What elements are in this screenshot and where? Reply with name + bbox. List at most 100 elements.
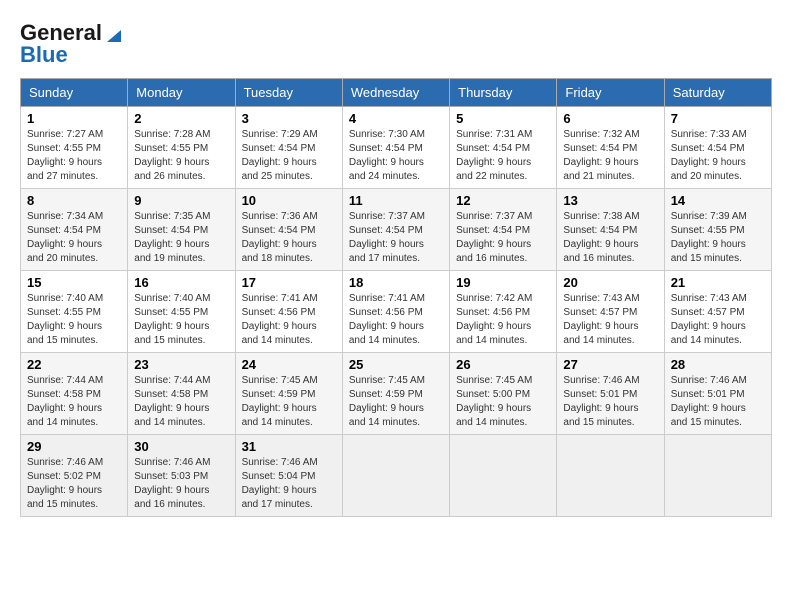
day-number: 17 — [242, 275, 336, 290]
calendar-cell: 21 Sunrise: 7:43 AM Sunset: 4:57 PM Dayl… — [664, 271, 771, 353]
day-info: Sunrise: 7:40 AM Sunset: 4:55 PM Dayligh… — [27, 292, 121, 348]
day-number: 10 — [242, 193, 336, 208]
day-number: 1 — [27, 111, 121, 126]
day-number: 29 — [27, 439, 121, 454]
calendar-cell: 5 Sunrise: 7:31 AM Sunset: 4:54 PM Dayli… — [450, 107, 557, 189]
calendar-cell: 19 Sunrise: 7:42 AM Sunset: 4:56 PM Dayl… — [450, 271, 557, 353]
calendar-cell — [557, 435, 664, 517]
day-number: 27 — [563, 357, 657, 372]
calendar-cell: 23 Sunrise: 7:44 AM Sunset: 4:58 PM Dayl… — [128, 353, 235, 435]
day-number: 14 — [671, 193, 765, 208]
day-info: Sunrise: 7:46 AM Sunset: 5:01 PM Dayligh… — [671, 374, 765, 430]
day-info: Sunrise: 7:45 AM Sunset: 4:59 PM Dayligh… — [242, 374, 336, 430]
day-number: 31 — [242, 439, 336, 454]
day-number: 8 — [27, 193, 121, 208]
day-number: 2 — [134, 111, 228, 126]
day-info: Sunrise: 7:46 AM Sunset: 5:02 PM Dayligh… — [27, 456, 121, 512]
day-number: 11 — [349, 193, 443, 208]
day-number: 22 — [27, 357, 121, 372]
day-number: 6 — [563, 111, 657, 126]
day-info: Sunrise: 7:45 AM Sunset: 5:00 PM Dayligh… — [456, 374, 550, 430]
calendar-cell: 12 Sunrise: 7:37 AM Sunset: 4:54 PM Dayl… — [450, 189, 557, 271]
calendar-cell: 22 Sunrise: 7:44 AM Sunset: 4:58 PM Dayl… — [21, 353, 128, 435]
day-info: Sunrise: 7:27 AM Sunset: 4:55 PM Dayligh… — [27, 128, 121, 184]
day-number: 16 — [134, 275, 228, 290]
day-info: Sunrise: 7:33 AM Sunset: 4:54 PM Dayligh… — [671, 128, 765, 184]
calendar-cell: 20 Sunrise: 7:43 AM Sunset: 4:57 PM Dayl… — [557, 271, 664, 353]
weekday-header-thursday: Thursday — [450, 79, 557, 107]
calendar-cell: 15 Sunrise: 7:40 AM Sunset: 4:55 PM Dayl… — [21, 271, 128, 353]
day-info: Sunrise: 7:43 AM Sunset: 4:57 PM Dayligh… — [671, 292, 765, 348]
calendar-cell: 1 Sunrise: 7:27 AM Sunset: 4:55 PM Dayli… — [21, 107, 128, 189]
calendar-cell: 25 Sunrise: 7:45 AM Sunset: 4:59 PM Dayl… — [342, 353, 449, 435]
day-info: Sunrise: 7:28 AM Sunset: 4:55 PM Dayligh… — [134, 128, 228, 184]
day-info: Sunrise: 7:46 AM Sunset: 5:01 PM Dayligh… — [563, 374, 657, 430]
calendar-cell: 2 Sunrise: 7:28 AM Sunset: 4:55 PM Dayli… — [128, 107, 235, 189]
day-number: 23 — [134, 357, 228, 372]
weekday-header-saturday: Saturday — [664, 79, 771, 107]
day-number: 28 — [671, 357, 765, 372]
day-number: 25 — [349, 357, 443, 372]
calendar-cell: 4 Sunrise: 7:30 AM Sunset: 4:54 PM Dayli… — [342, 107, 449, 189]
day-info: Sunrise: 7:41 AM Sunset: 4:56 PM Dayligh… — [349, 292, 443, 348]
day-number: 19 — [456, 275, 550, 290]
calendar-cell: 27 Sunrise: 7:46 AM Sunset: 5:01 PM Dayl… — [557, 353, 664, 435]
day-number: 15 — [27, 275, 121, 290]
day-info: Sunrise: 7:43 AM Sunset: 4:57 PM Dayligh… — [563, 292, 657, 348]
day-info: Sunrise: 7:42 AM Sunset: 4:56 PM Dayligh… — [456, 292, 550, 348]
day-info: Sunrise: 7:31 AM Sunset: 4:54 PM Dayligh… — [456, 128, 550, 184]
day-info: Sunrise: 7:34 AM Sunset: 4:54 PM Dayligh… — [27, 210, 121, 266]
day-info: Sunrise: 7:46 AM Sunset: 5:03 PM Dayligh… — [134, 456, 228, 512]
day-info: Sunrise: 7:41 AM Sunset: 4:56 PM Dayligh… — [242, 292, 336, 348]
page-header: General Blue — [20, 20, 772, 68]
calendar-cell: 3 Sunrise: 7:29 AM Sunset: 4:54 PM Dayli… — [235, 107, 342, 189]
day-info: Sunrise: 7:32 AM Sunset: 4:54 PM Dayligh… — [563, 128, 657, 184]
calendar-cell — [342, 435, 449, 517]
day-number: 5 — [456, 111, 550, 126]
calendar-cell — [664, 435, 771, 517]
weekday-header-tuesday: Tuesday — [235, 79, 342, 107]
calendar-cell: 18 Sunrise: 7:41 AM Sunset: 4:56 PM Dayl… — [342, 271, 449, 353]
day-number: 20 — [563, 275, 657, 290]
day-info: Sunrise: 7:29 AM Sunset: 4:54 PM Dayligh… — [242, 128, 336, 184]
day-info: Sunrise: 7:35 AM Sunset: 4:54 PM Dayligh… — [134, 210, 228, 266]
day-number: 3 — [242, 111, 336, 126]
weekday-header-monday: Monday — [128, 79, 235, 107]
day-number: 7 — [671, 111, 765, 126]
day-number: 21 — [671, 275, 765, 290]
day-info: Sunrise: 7:40 AM Sunset: 4:55 PM Dayligh… — [134, 292, 228, 348]
calendar-cell: 24 Sunrise: 7:45 AM Sunset: 4:59 PM Dayl… — [235, 353, 342, 435]
calendar-cell: 7 Sunrise: 7:33 AM Sunset: 4:54 PM Dayli… — [664, 107, 771, 189]
calendar-cell: 6 Sunrise: 7:32 AM Sunset: 4:54 PM Dayli… — [557, 107, 664, 189]
day-info: Sunrise: 7:37 AM Sunset: 4:54 PM Dayligh… — [349, 210, 443, 266]
logo-blue: Blue — [20, 42, 68, 68]
day-number: 13 — [563, 193, 657, 208]
day-info: Sunrise: 7:38 AM Sunset: 4:54 PM Dayligh… — [563, 210, 657, 266]
calendar-cell: 8 Sunrise: 7:34 AM Sunset: 4:54 PM Dayli… — [21, 189, 128, 271]
calendar-cell: 9 Sunrise: 7:35 AM Sunset: 4:54 PM Dayli… — [128, 189, 235, 271]
calendar-cell: 13 Sunrise: 7:38 AM Sunset: 4:54 PM Dayl… — [557, 189, 664, 271]
weekday-header-sunday: Sunday — [21, 79, 128, 107]
day-info: Sunrise: 7:39 AM Sunset: 4:55 PM Dayligh… — [671, 210, 765, 266]
day-number: 18 — [349, 275, 443, 290]
day-info: Sunrise: 7:46 AM Sunset: 5:04 PM Dayligh… — [242, 456, 336, 512]
day-number: 12 — [456, 193, 550, 208]
day-info: Sunrise: 7:36 AM Sunset: 4:54 PM Dayligh… — [242, 210, 336, 266]
day-number: 24 — [242, 357, 336, 372]
day-number: 30 — [134, 439, 228, 454]
day-number: 9 — [134, 193, 228, 208]
calendar-cell: 10 Sunrise: 7:36 AM Sunset: 4:54 PM Dayl… — [235, 189, 342, 271]
calendar-cell: 11 Sunrise: 7:37 AM Sunset: 4:54 PM Dayl… — [342, 189, 449, 271]
weekday-header-friday: Friday — [557, 79, 664, 107]
calendar-cell: 31 Sunrise: 7:46 AM Sunset: 5:04 PM Dayl… — [235, 435, 342, 517]
logo: General Blue — [20, 20, 121, 68]
day-info: Sunrise: 7:44 AM Sunset: 4:58 PM Dayligh… — [134, 374, 228, 430]
day-info: Sunrise: 7:45 AM Sunset: 4:59 PM Dayligh… — [349, 374, 443, 430]
day-number: 4 — [349, 111, 443, 126]
day-info: Sunrise: 7:37 AM Sunset: 4:54 PM Dayligh… — [456, 210, 550, 266]
calendar-cell: 29 Sunrise: 7:46 AM Sunset: 5:02 PM Dayl… — [21, 435, 128, 517]
day-info: Sunrise: 7:30 AM Sunset: 4:54 PM Dayligh… — [349, 128, 443, 184]
logo-triangle-icon — [103, 26, 121, 44]
calendar-cell: 17 Sunrise: 7:41 AM Sunset: 4:56 PM Dayl… — [235, 271, 342, 353]
calendar-cell: 30 Sunrise: 7:46 AM Sunset: 5:03 PM Dayl… — [128, 435, 235, 517]
